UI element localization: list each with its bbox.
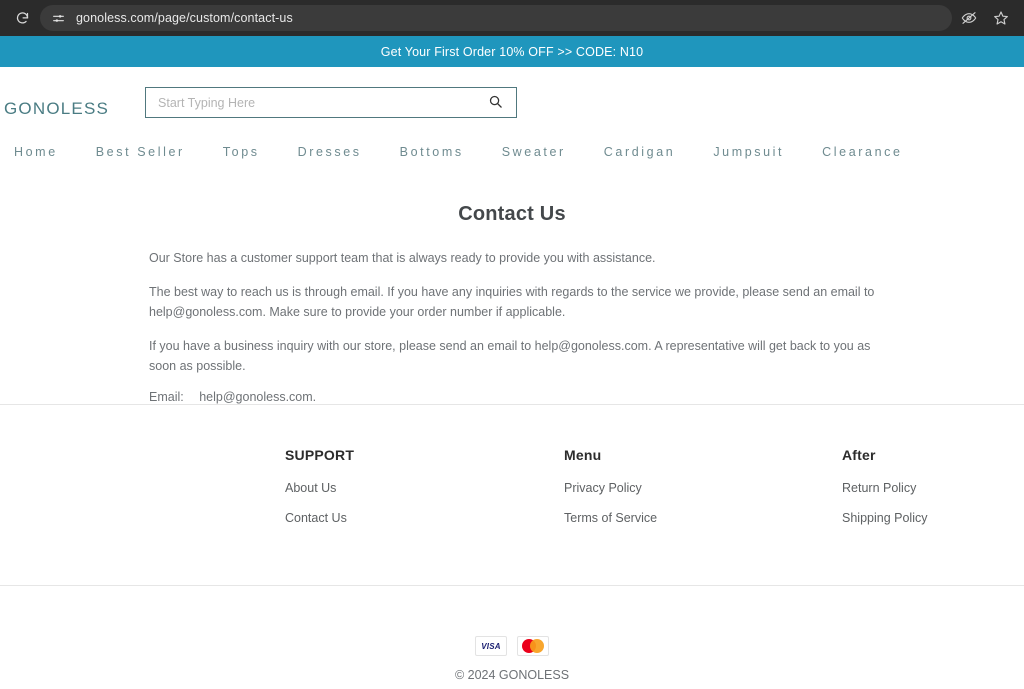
footer-heading-menu: Menu [564, 447, 602, 463]
address-bar[interactable]: gonoless.com/page/custom/contact-us [40, 5, 952, 31]
browser-actions [960, 9, 1014, 27]
search-bar[interactable] [145, 87, 518, 118]
footer-link-shipping-policy[interactable]: Shipping Policy [842, 511, 1022, 525]
nav-item-cardigan[interactable]: Cardigan [604, 145, 676, 159]
promo-banner[interactable]: Get Your First Order 10% OFF >> CODE: N1… [0, 36, 1024, 67]
email-label: Email: [149, 390, 184, 404]
nav-item-dresses[interactable]: Dresses [298, 145, 362, 159]
footer-bottom: VISA © 2024 GONOLESS [0, 586, 1024, 682]
email-line: Email: help@gonoless.com. [149, 390, 875, 404]
search-submit-button[interactable] [474, 88, 516, 117]
email-value[interactable]: help@gonoless.com. [199, 390, 316, 404]
footer-link-terms-of-service[interactable]: Terms of Service [564, 511, 842, 525]
nav-item-best-seller[interactable]: Best Seller [96, 145, 185, 159]
footer-link-about-us[interactable]: About Us [285, 481, 564, 495]
site-logo[interactable]: GONOLESS [4, 99, 109, 119]
page-title: Contact Us [458, 203, 566, 225]
main-content: Contact Us Our Store has a customer supp… [0, 159, 1024, 404]
nav-item-home[interactable]: Home [14, 145, 58, 159]
tune-sliders-icon[interactable] [50, 10, 67, 27]
nav-item-tops[interactable]: Tops [223, 145, 260, 159]
promo-banner-text: Get Your First Order 10% OFF >> CODE: N1… [380, 44, 644, 59]
search-icon [488, 94, 503, 112]
star-icon[interactable] [992, 9, 1010, 27]
footer-column-menu: Menu Privacy Policy Terms of Service [564, 447, 842, 541]
paragraph-business-inquiry: If you have a business inquiry with our … [149, 339, 871, 373]
payment-methods: VISA [0, 636, 1024, 656]
footer-link-contact-us[interactable]: Contact Us [285, 511, 564, 525]
address-bar-url: gonoless.com/page/custom/contact-us [76, 11, 293, 25]
site-header: GONOLESS [0, 67, 1024, 119]
mastercard-icon [517, 636, 549, 656]
search-input[interactable] [146, 88, 475, 117]
main-navigation: Home Best Seller Tops Dresses Bottoms Sw… [0, 119, 1024, 159]
site-footer: SUPPORT About Us Contact Us Menu Privacy… [0, 405, 1024, 682]
visa-card-icon: VISA [475, 636, 507, 656]
reload-icon[interactable] [10, 6, 34, 30]
nav-item-bottoms[interactable]: Bottoms [400, 145, 464, 159]
nav-item-clearance[interactable]: Clearance [822, 145, 902, 159]
mastercard-circles [522, 639, 544, 653]
eye-slash-icon[interactable] [960, 9, 978, 27]
nav-item-jumpsuit[interactable]: Jumpsuit [713, 145, 784, 159]
nav-item-sweater[interactable]: Sweater [502, 145, 566, 159]
footer-column-support: SUPPORT About Us Contact Us [285, 447, 564, 541]
footer-heading-after: After [842, 447, 876, 463]
paragraph-email-contact: The best way to reach us is through emai… [149, 285, 875, 319]
paragraph-support-team: Our Store has a customer support team th… [149, 251, 656, 265]
contact-text-block: Our Store has a customer support team th… [149, 226, 875, 404]
footer-heading-support: SUPPORT [285, 447, 355, 463]
footer-column-after: After Return Policy Shipping Policy [842, 447, 1022, 541]
footer-link-privacy-policy[interactable]: Privacy Policy [564, 481, 842, 495]
footer-columns: SUPPORT About Us Contact Us Menu Privacy… [0, 405, 1024, 585]
footer-link-return-policy[interactable]: Return Policy [842, 481, 1022, 495]
copyright-text: © 2024 GONOLESS [454, 668, 570, 682]
browser-toolbar: gonoless.com/page/custom/contact-us [0, 0, 1024, 36]
